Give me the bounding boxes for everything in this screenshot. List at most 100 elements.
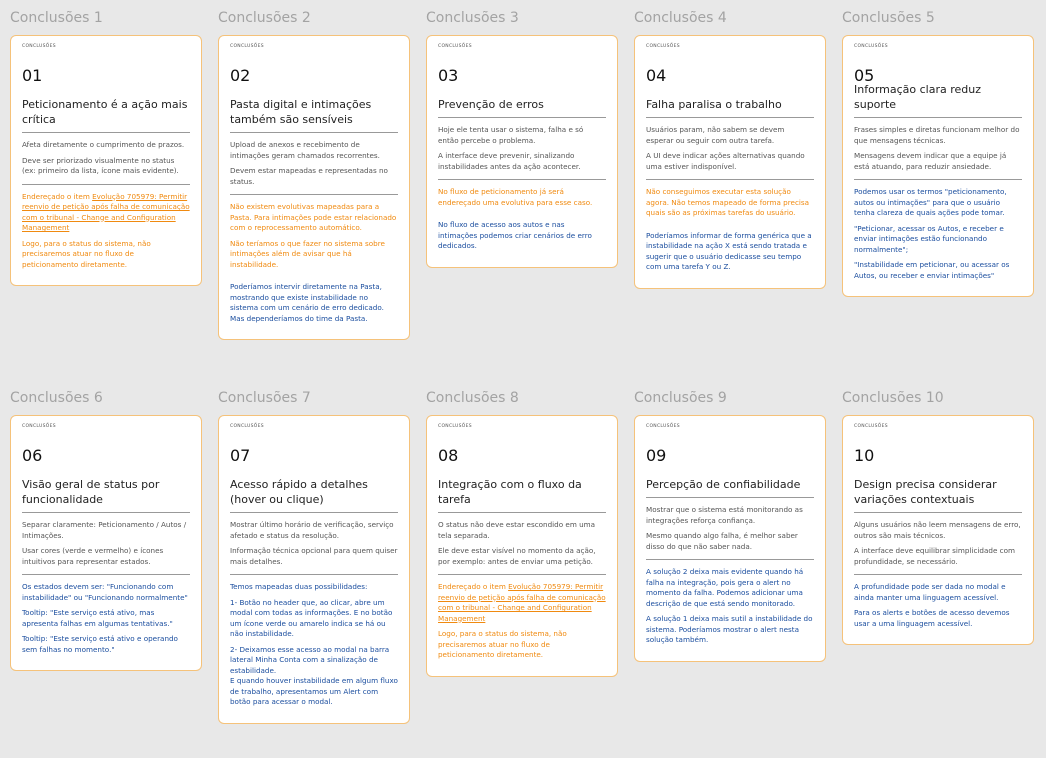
body-paragraph: Usuários param, não sabem se devem esper… — [646, 125, 785, 145]
conclusion-card[interactable]: CONCLUSÕES 04 Falha paralisa o trabalho Usu… — [634, 35, 826, 289]
card-heading: Prevenção de erros — [438, 97, 606, 118]
conclusion-card[interactable]: CONCLUSÕES 03 Prevenção de erros Hoje ele t… — [426, 35, 618, 268]
orange-paragraph: Não conseguimos executar esta solução ag… — [646, 187, 810, 217]
card-number: 09 — [646, 446, 667, 465]
card-heading: Percepção de confiabilidade — [646, 477, 814, 498]
conclusion-card[interactable]: CONCLUSÕES 08 Integração com o fluxo da ta… — [426, 415, 618, 677]
conclusion-card[interactable]: CONCLUSÕES 06 Visão geral de status por fu… — [10, 415, 202, 671]
card-tag: CONCLUSÕES — [22, 424, 56, 429]
card-body: Afeta diretamente o cumprimento de prazo… — [22, 133, 190, 185]
orange-paragraph: No fluxo de peticionamento já será ender… — [438, 187, 593, 207]
blue-paragraph: A profundidade pode ser dada no modal e … — [854, 582, 1006, 602]
card-tag: CONCLUSÕES — [646, 44, 680, 49]
orange-note: Endereçado o item Evolução 705979: Permi… — [438, 575, 606, 661]
conclusion-card[interactable]: CONCLUSÕES 10 Design precisa considerar va… — [842, 415, 1034, 645]
orange-note: No fluxo de peticionamento já será ender… — [438, 180, 606, 208]
note-prefix: Endereçado o item — [22, 191, 93, 201]
frame-title[interactable]: Conclusões 8 — [426, 390, 519, 406]
card-tag: CONCLUSÕES — [438, 424, 472, 429]
card-tag: CONCLUSÕES — [230, 424, 264, 429]
body-paragraph: Devem estar mapeadas e representadas no … — [230, 166, 388, 186]
conclusion-card[interactable]: CONCLUSÕES 05 Informação clara reduz supor… — [842, 35, 1034, 297]
body-paragraph: Hoje ele tenta usar o sistema, falha e s… — [438, 125, 584, 145]
card-body: Alguns usuários não leem mensagens de er… — [854, 513, 1022, 575]
blue-note: Poderíamos intervir diretamente na Pasta… — [230, 275, 398, 324]
orange-paragraph: Não teríamos o que fazer no sistema sobr… — [230, 238, 385, 269]
card-heading: Visão geral de status por funcionalidade — [22, 477, 190, 513]
blue-paragraph: Poderíamos intervir diretamente na Pasta… — [230, 282, 384, 323]
card-body: Usuários param, não sabem se devem esper… — [646, 118, 814, 180]
blue-paragraph: 1- Botão no header que, ao clicar, abre … — [230, 597, 393, 639]
frame-title[interactable]: Conclusões 5 — [842, 10, 935, 26]
blue-paragraph: Temos mapeadas duas possibilidades: — [230, 582, 368, 591]
card-tag: CONCLUSÕES — [854, 424, 888, 429]
body-paragraph: Separar claramente: Peticionamento / Aut… — [22, 520, 187, 540]
blue-paragraph: 2- Deixamos esse acesso ao modal na barr… — [230, 644, 398, 707]
body-paragraph: Frases simples e diretas funcionam melho… — [854, 125, 1020, 145]
blue-paragraph: Os estados devem ser: "Funcionando com i… — [22, 582, 188, 602]
card-heading: Design precisa considerar variações cont… — [854, 477, 1022, 513]
body-paragraph: A UI deve indicar ações alternativas qua… — [646, 151, 805, 171]
card-tag: CONCLUSÕES — [854, 44, 888, 49]
card-body: O status não deve estar escondido em uma… — [438, 513, 606, 575]
blue-paragraph: Podemos usar os termos "peticionamento, … — [854, 187, 1007, 217]
orange-paragraph: Endereçado o item Evolução 705979: Permi… — [438, 582, 606, 624]
orange-paragraph: Não existem evolutivas mapeadas para a P… — [230, 202, 397, 232]
blue-paragraph: "Peticionar, acessar os Autos, e receber… — [854, 223, 1004, 254]
blue-paragraph: Poderíamos informar de forma genérica qu… — [646, 230, 812, 272]
card-tag: CONCLUSÕES — [230, 44, 264, 49]
body-paragraph: Mostrar que o sistema está monitorando a… — [646, 505, 803, 525]
blue-note: A solução 2 deixa mais evidente quando h… — [646, 560, 814, 646]
blue-paragraph: Para os alerts e botões de acesso devemo… — [854, 608, 1010, 628]
card-heading: Informação clara reduz suporte — [854, 83, 1022, 118]
frame-title[interactable]: Conclusões 9 — [634, 390, 727, 406]
body-paragraph: Mensagens devem indicar que a equipe já … — [854, 151, 1007, 171]
conclusion-card[interactable]: CONCLUSÕES 02 Pasta digital e intimações t… — [218, 35, 410, 340]
conclusion-card[interactable]: CONCLUSÕES 09 Percepção de confiabilidade M… — [634, 415, 826, 662]
orange-note: Não conseguimos executar esta solução ag… — [646, 180, 814, 219]
body-paragraph: A interface deve prevenir, sinalizando i… — [438, 151, 581, 171]
conclusion-card[interactable]: CONCLUSÕES 01 Peticionamento é a ação mais… — [10, 35, 202, 286]
card-tag: CONCLUSÕES — [646, 424, 680, 429]
blue-paragraph: A solução 2 deixa mais evidente quando h… — [646, 567, 804, 608]
frame-title[interactable]: Conclusões 1 — [10, 10, 103, 26]
orange-paragraph: Endereçado o item Evolução 705979: Permi… — [22, 192, 190, 234]
frame-title[interactable]: Conclusões 4 — [634, 10, 727, 26]
card-body: Upload de anexos e recebimento de intima… — [230, 133, 398, 195]
card-heading: Integração com o fluxo da tarefa — [438, 477, 606, 513]
orange-paragraph: Logo, para o status do sistema, não prec… — [22, 238, 151, 269]
body-paragraph: Informação técnica opcional para quem qu… — [230, 546, 398, 566]
card-body: Hoje ele tenta usar o sistema, falha e s… — [438, 118, 606, 180]
frame-title[interactable]: Conclusões 6 — [10, 390, 103, 406]
note-prefix: Endereçado o item — [438, 582, 509, 591]
card-tag: CONCLUSÕES — [438, 44, 472, 49]
body-paragraph: Mesmo quando algo falha, é melhor saber … — [646, 531, 798, 551]
card-number: 02 — [230, 66, 251, 85]
body-paragraph: Ele deve estar visível no momento da açã… — [438, 546, 596, 566]
card-heading: Peticionamento é a ação mais crítica — [22, 97, 190, 133]
card-number: 03 — [438, 66, 459, 85]
blue-note: Temos mapeadas duas possibilidades: 1- Bo… — [230, 575, 398, 708]
blue-note: Podemos usar os termos "peticionamento, … — [854, 180, 1022, 281]
card-heading: Acesso rápido a detalhes (hover ou cliqu… — [230, 477, 398, 513]
frame-title[interactable]: Conclusões 2 — [218, 10, 311, 26]
body-paragraph: Alguns usuários não leem mensagens de er… — [854, 520, 1021, 540]
frame-title[interactable]: Conclusões 10 — [842, 390, 944, 406]
conclusion-card[interactable]: CONCLUSÕES 07 Acesso rápido a detalhes (ho… — [218, 415, 410, 724]
card-number: 04 — [646, 66, 667, 85]
blue-note: Os estados devem ser: "Funcionando com i… — [22, 575, 190, 655]
orange-note: Não existem evolutivas mapeadas para a P… — [230, 195, 398, 270]
blue-paragraph: "Instabilidade em peticionar, ou acessar… — [854, 260, 1010, 280]
body-paragraph: A interface deve equilibrar simplicidade… — [854, 546, 1016, 566]
frame-title[interactable]: Conclusões 3 — [426, 10, 519, 26]
orange-note: Endereçado o item Evolução 705979: Permi… — [22, 185, 190, 271]
frame-title[interactable]: Conclusões 7 — [218, 390, 311, 406]
body-paragraph: Upload de anexos e recebimento de intima… — [230, 140, 380, 160]
card-body: Separar claramente: Peticionamento / Aut… — [22, 513, 190, 575]
orange-paragraph: Logo, para o status do sistema, não prec… — [438, 629, 567, 659]
blue-paragraph: Tooltip: "Este serviço está ativo, mas a… — [22, 608, 173, 628]
card-number: 06 — [22, 446, 43, 465]
body-paragraph: Usar cores (verde e vermelho) e ícones i… — [22, 546, 164, 566]
blue-note: No fluxo de acesso aos autos e nas intim… — [438, 213, 606, 252]
body-paragraph: Afeta diretamente o cumprimento de prazo… — [22, 140, 185, 149]
